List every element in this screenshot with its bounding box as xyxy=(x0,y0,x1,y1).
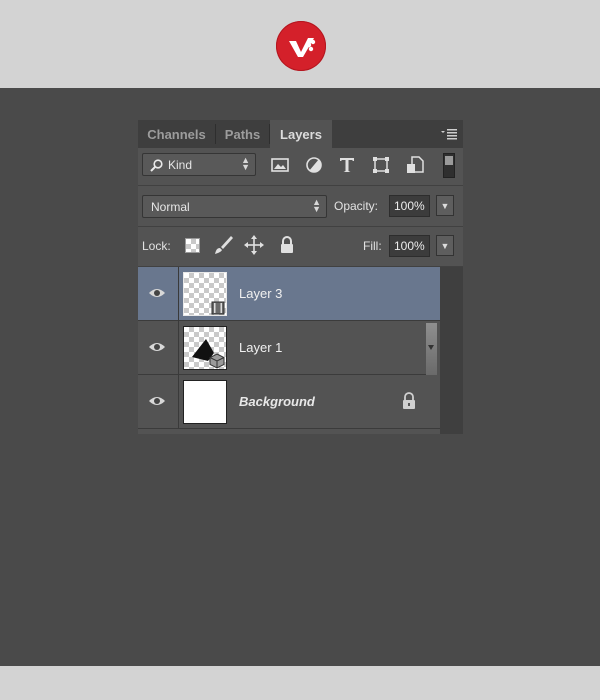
select-arrows-icon: ▲ ▼ xyxy=(241,155,250,172)
layers-scrollbar[interactable] xyxy=(440,267,463,434)
lock-position-icon[interactable] xyxy=(243,234,265,256)
site-logo xyxy=(276,21,326,71)
layer-thumbnail[interactable] xyxy=(183,380,227,424)
lock-all-icon[interactable] xyxy=(276,234,298,256)
blend-mode-value: Normal xyxy=(151,200,190,214)
type-filter-icon[interactable] xyxy=(336,154,358,176)
visibility-eye-icon[interactable] xyxy=(148,340,166,354)
panel-tab-bar: Channels Paths Layers xyxy=(138,120,463,148)
visibility-eye-icon[interactable] xyxy=(148,394,166,408)
layer-name[interactable]: Layer 1 xyxy=(239,340,282,355)
lock-transparent-pixels-icon[interactable] xyxy=(185,238,200,253)
layer-row-layer-1[interactable]: Layer 1 xyxy=(138,321,426,375)
blend-mode-select[interactable]: Normal ▲ ▼ xyxy=(142,195,327,218)
layer-lock-icon xyxy=(403,392,415,409)
bottom-banner xyxy=(0,666,600,700)
panel-menu-icon[interactable] xyxy=(441,128,457,140)
visibility-eye-icon[interactable] xyxy=(148,286,166,300)
lock-label: Lock: xyxy=(142,239,171,253)
select-arrows-icon: ▲ ▼ xyxy=(312,197,321,214)
tab-channels[interactable]: Channels xyxy=(138,120,215,148)
divider xyxy=(138,185,463,186)
opacity-field[interactable]: 100% xyxy=(389,195,430,217)
opacity-dropdown-button[interactable]: ▼ xyxy=(436,195,454,216)
logo-mark-icon xyxy=(289,38,316,57)
smart-object-filter-icon[interactable] xyxy=(404,154,426,176)
shape-filter-icon[interactable] xyxy=(370,154,392,176)
scroll-down-arrow-icon xyxy=(428,345,434,350)
lock-image-pixels-icon[interactable] xyxy=(212,234,234,256)
filter-kind-label: Kind xyxy=(168,158,193,172)
layers-panel: Channels Paths Layers Kind ▲ ▼ Normal ▲ … xyxy=(138,120,463,434)
layer-name[interactable]: Layer 3 xyxy=(239,286,282,301)
layer-name[interactable]: Background xyxy=(239,394,315,409)
layer-thumbnail[interactable] xyxy=(183,272,227,316)
visibility-column-divider xyxy=(178,375,179,429)
scrollbar-thumb[interactable] xyxy=(426,323,437,375)
image-filter-icon[interactable] xyxy=(269,154,291,176)
fill-field[interactable]: 100% xyxy=(389,235,430,257)
filter-kind-select[interactable]: Kind ▲ ▼ xyxy=(142,153,256,176)
fill-dropdown-button[interactable]: ▼ xyxy=(436,235,454,256)
layer-row-background[interactable]: Background xyxy=(138,375,440,429)
tab-paths[interactable]: Paths xyxy=(216,120,269,148)
tab-layers[interactable]: Layers xyxy=(270,120,332,148)
visibility-column-divider xyxy=(178,321,179,375)
visibility-column-divider xyxy=(178,267,179,321)
3d-layer-badge-icon xyxy=(209,353,225,369)
fill-label: Fill: xyxy=(363,239,382,253)
video-layer-badge-icon xyxy=(211,301,225,315)
search-icon xyxy=(150,159,163,172)
opacity-label: Opacity: xyxy=(334,199,379,213)
divider xyxy=(138,226,463,227)
filter-toggle-icon[interactable] xyxy=(443,153,455,178)
layer-row-layer-3[interactable]: Layer 3 xyxy=(138,267,440,321)
adjustment-filter-icon[interactable] xyxy=(303,154,325,176)
layer-thumbnail[interactable] xyxy=(183,326,227,370)
